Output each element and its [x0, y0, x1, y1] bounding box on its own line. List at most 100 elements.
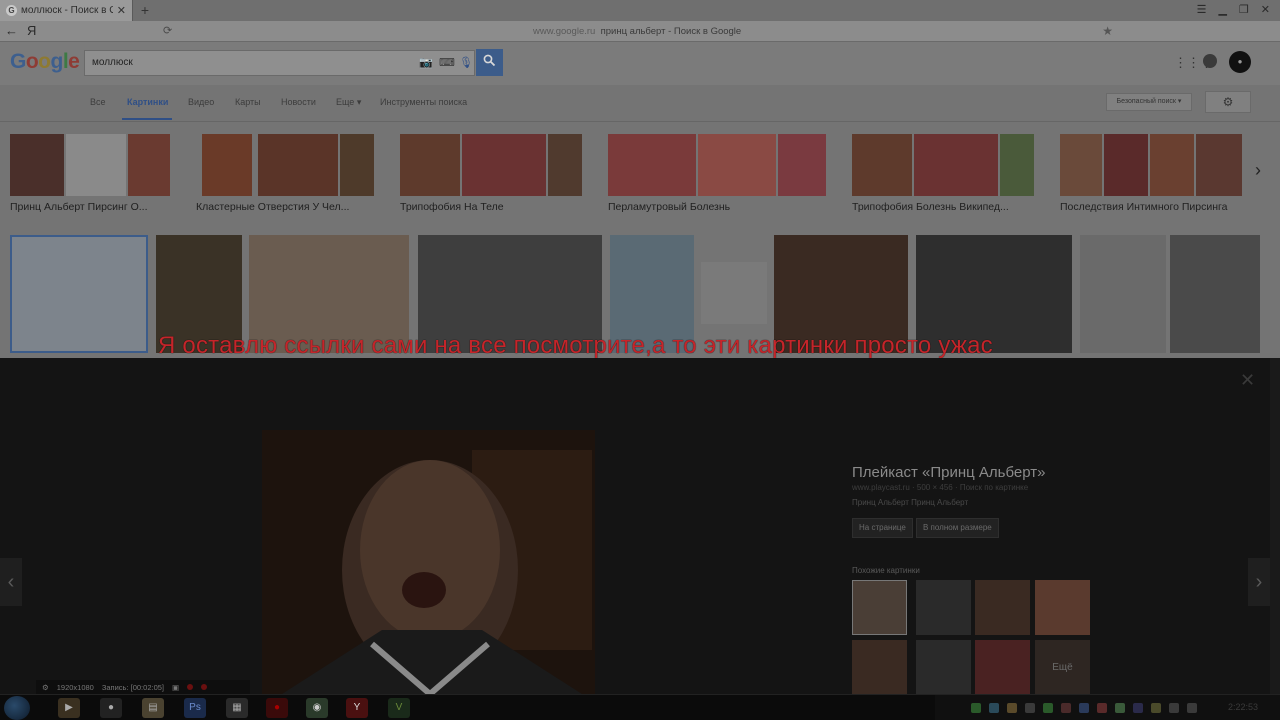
preview-image[interactable]: [262, 430, 595, 694]
preview-title[interactable]: Плейкаст «Принц Альберт»: [852, 464, 1045, 481]
app-icon[interactable]: ●: [100, 698, 122, 718]
tray-icon[interactable]: [1133, 703, 1143, 713]
tray-icon[interactable]: [1061, 703, 1071, 713]
related-item[interactable]: Кластерные Отверстия У Чел...: [196, 134, 374, 213]
microphone-icon[interactable]: 🎙: [459, 56, 473, 69]
tray-icon[interactable]: [971, 703, 981, 713]
related-item[interactable]: Последствия Интимного Пирсинга: [1060, 134, 1242, 213]
avatar[interactable]: ●: [1229, 51, 1251, 73]
preview-meta: www.playcast.ru · 500 × 456 · Поиск по к…: [852, 483, 1029, 492]
similar-image[interactable]: [852, 580, 907, 635]
related-thumb: [1104, 134, 1148, 196]
similar-image[interactable]: [975, 580, 1030, 635]
image-result[interactable]: [1170, 235, 1260, 353]
chevron-right-icon[interactable]: ›: [1248, 558, 1270, 606]
similar-image[interactable]: [852, 640, 907, 695]
url-field[interactable]: www.google.ru принц альберт - Поиск в Go…: [533, 26, 741, 37]
nav-news[interactable]: Новости: [281, 97, 316, 107]
similar-image[interactable]: [916, 580, 971, 635]
tray-icon[interactable]: [1079, 703, 1089, 713]
menu-icon[interactable]: ☰: [1197, 3, 1207, 16]
similar-image[interactable]: [975, 640, 1030, 695]
related-item[interactable]: Перламутровый Болезнь: [608, 134, 826, 213]
restore-icon[interactable]: ❐: [1239, 3, 1249, 16]
tray-icon[interactable]: [1025, 703, 1035, 713]
stop-dot-icon[interactable]: [201, 684, 208, 690]
image-result[interactable]: [701, 262, 767, 324]
related-caption: Трипофобия На Теле: [400, 201, 504, 213]
keyboard-icon[interactable]: ⌨: [439, 56, 455, 69]
tray-icon[interactable]: [989, 703, 999, 713]
preview-image-svg: [262, 430, 595, 694]
folder-icon[interactable]: ▤: [142, 698, 164, 718]
nav-more[interactable]: Еще ▾: [336, 97, 361, 108]
close-icon[interactable]: ✕: [1240, 370, 1255, 391]
safe-search-dropdown[interactable]: Безопасный поиск ▾: [1106, 93, 1192, 111]
related-item[interactable]: Трипофобия Болезнь Википед...: [852, 134, 1034, 213]
related-thumb: [914, 134, 998, 196]
related-thumb: [1196, 134, 1242, 196]
nav-all[interactable]: Все: [90, 97, 106, 107]
related-thumb: [698, 134, 776, 196]
record-dot-icon[interactable]: [187, 684, 194, 690]
nav-video[interactable]: Видео: [188, 97, 214, 107]
full-size-button[interactable]: В полном размере: [916, 518, 999, 538]
yandex-logo-icon[interactable]: Я: [27, 23, 36, 38]
related-thumb: [10, 134, 64, 196]
reload-icon[interactable]: ⟳: [163, 24, 172, 37]
related-item[interactable]: Принц Альберт Пирсинг О...: [10, 134, 170, 213]
volume-icon[interactable]: [1187, 703, 1197, 713]
similar-image[interactable]: [916, 640, 971, 695]
tray-icon[interactable]: [1007, 703, 1017, 713]
search-button[interactable]: [476, 49, 503, 76]
google-logo[interactable]: Google: [10, 50, 80, 74]
similar-image[interactable]: [1035, 580, 1090, 635]
tray-icon[interactable]: [1151, 703, 1161, 713]
settings-gear-icon[interactable]: ⚙: [42, 683, 49, 692]
search-box[interactable]: моллюск 📷 ⌨ 🎙: [84, 50, 475, 76]
bookmark-star-icon[interactable]: ★: [1102, 24, 1113, 38]
recording-status: Запись: [00:02:05]: [101, 682, 164, 692]
nav-search-tools[interactable]: Инструменты поиска: [380, 97, 467, 107]
nav-maps[interactable]: Карты: [235, 97, 261, 107]
tray-icon[interactable]: [1115, 703, 1125, 713]
search-icon: [483, 54, 496, 67]
app-icon[interactable]: V: [388, 698, 410, 718]
visit-page-button[interactable]: На странице: [852, 518, 913, 538]
browser-tab-bar: G моллюск - Поиск в Google ✕ + ☰ ▁ ❐ ✕: [0, 0, 1280, 21]
nav-images[interactable]: Картинки: [127, 97, 168, 107]
tab-close-icon[interactable]: ✕: [117, 4, 126, 17]
related-thumb: [1150, 134, 1194, 196]
browser-tab[interactable]: G моллюск - Поиск в Google ✕: [0, 0, 133, 21]
settings-gear-icon[interactable]: ⚙: [1205, 91, 1251, 113]
screen: G моллюск - Поиск в Google ✕ + ☰ ▁ ❐ ✕ ←…: [0, 0, 1280, 720]
back-button[interactable]: ←: [5, 23, 18, 38]
chevron-right-icon[interactable]: ›: [1247, 152, 1269, 188]
related-searches: Принц Альберт Пирсинг О... Кластерные От…: [0, 122, 1280, 228]
related-thumb: [1060, 134, 1102, 196]
media-player-icon[interactable]: ▶: [58, 698, 80, 718]
image-result[interactable]: [10, 235, 148, 353]
minimize-icon[interactable]: ▁: [1218, 3, 1226, 16]
yandex-browser-icon[interactable]: Y: [346, 698, 368, 718]
camera-icon[interactable]: 📷: [419, 56, 433, 69]
film-icon[interactable]: ▦: [226, 698, 248, 718]
network-icon[interactable]: [1169, 703, 1179, 713]
related-thumb: [548, 134, 582, 196]
clock[interactable]: 2:22:53: [1228, 702, 1258, 712]
camera-icon[interactable]: ▣: [172, 683, 179, 692]
more-similar-button[interactable]: Ещё: [1035, 640, 1090, 695]
notifications-icon[interactable]: [1203, 54, 1217, 68]
image-result[interactable]: [1080, 235, 1166, 353]
tray-icon[interactable]: [1043, 703, 1053, 713]
tray-icon[interactable]: [1097, 703, 1107, 713]
related-item[interactable]: Трипофобия На Теле: [400, 134, 582, 213]
photoshop-icon[interactable]: Ps: [184, 698, 206, 718]
search-input[interactable]: моллюск: [92, 57, 133, 68]
recorder-icon[interactable]: ●: [266, 698, 288, 718]
close-window-icon[interactable]: ✕: [1261, 3, 1270, 16]
chevron-left-icon[interactable]: ‹: [0, 558, 22, 606]
new-tab-button[interactable]: +: [138, 2, 152, 18]
chrome-icon[interactable]: ◉: [306, 698, 328, 718]
start-button[interactable]: [4, 696, 30, 720]
